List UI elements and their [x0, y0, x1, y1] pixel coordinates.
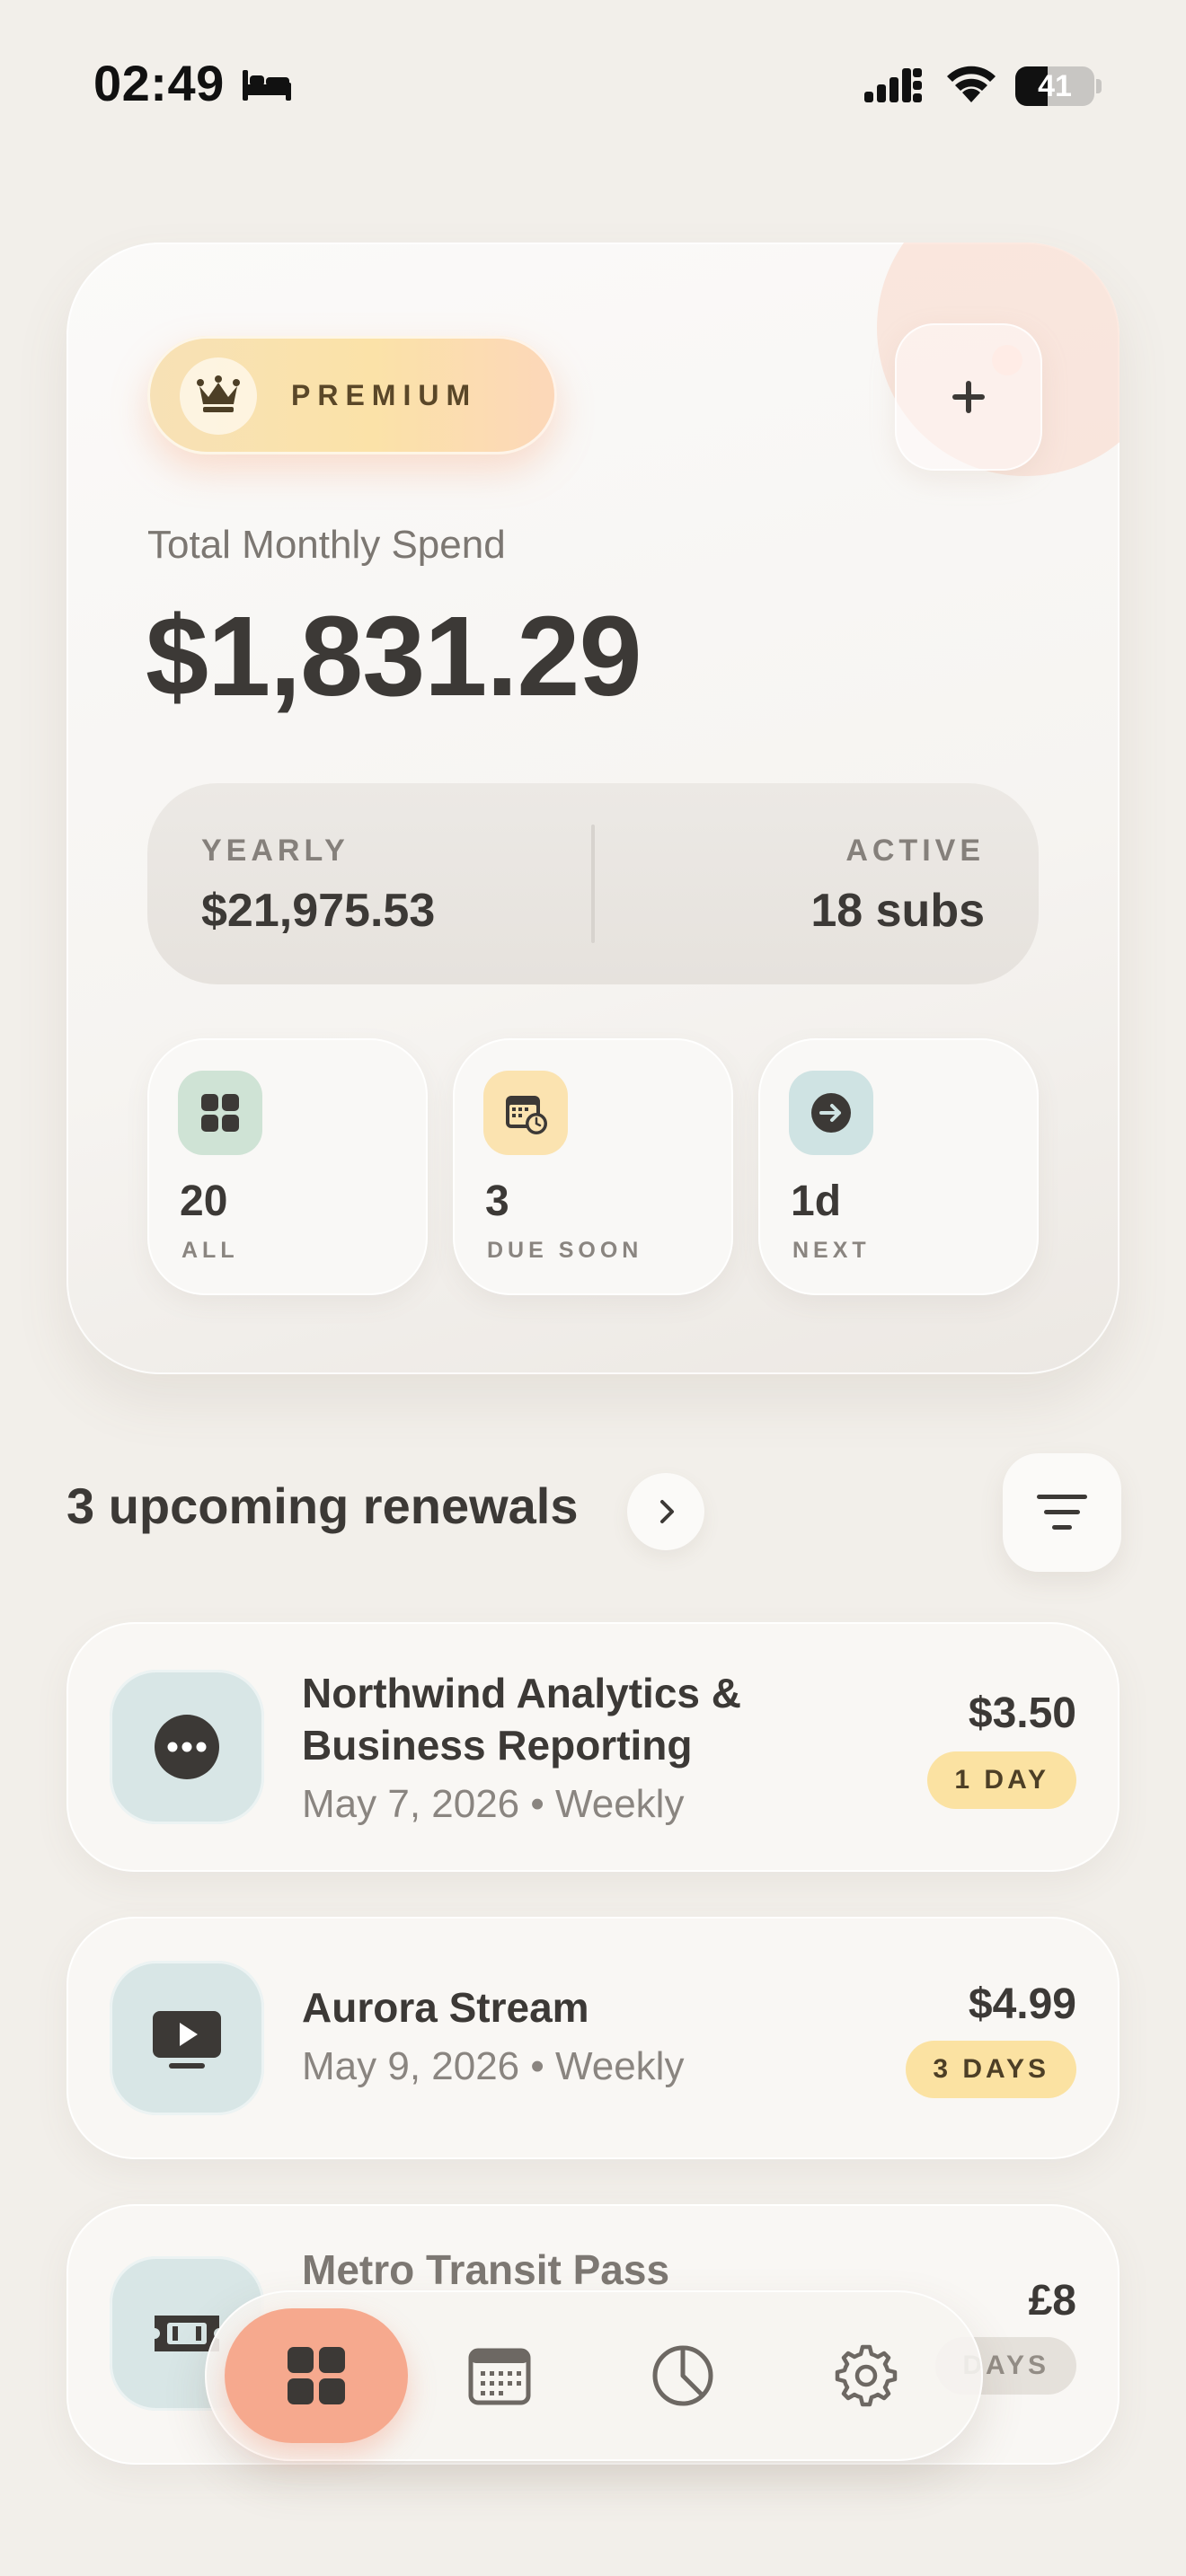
nav-dashboard[interactable] — [225, 2308, 408, 2443]
stats-panel: YEARLY $21,975.53 ACTIVE 18 subs — [147, 783, 1039, 984]
renewal-meta: May 9, 2026 • Weekly — [302, 2044, 685, 2088]
add-subscription-button[interactable] — [895, 323, 1042, 471]
settings-icon — [835, 2344, 898, 2407]
summary-card: PREMIUM Total Monthly Spend $1,831.29 YE… — [66, 243, 1120, 1374]
crown-icon — [197, 375, 240, 412]
filter-tile-due-soon[interactable]: 3 DUE SOON — [453, 1038, 733, 1295]
grid-icon — [201, 1094, 239, 1132]
plus-icon — [952, 381, 985, 413]
calendar-clock-icon — [506, 1096, 547, 1134]
tile-value: 20 — [180, 1178, 228, 1225]
renewal-name-line2: Business Reporting — [302, 1722, 693, 1769]
tile-value: 3 — [485, 1178, 509, 1225]
renewal-app-icon — [110, 1670, 264, 1824]
active-label: ACTIVE — [845, 834, 985, 868]
nav-settings[interactable] — [774, 2308, 958, 2443]
renewal-meta: May 7, 2026 • Weekly — [302, 1782, 685, 1826]
wifi-icon — [947, 66, 996, 102]
tile-label: ALL — [181, 1238, 239, 1263]
premium-badge[interactable]: PREMIUM — [147, 336, 557, 454]
filter-lines-icon — [1037, 1495, 1087, 1530]
renewal-due-badge: 1 DAY — [927, 1751, 1076, 1809]
chart-icon — [652, 2345, 713, 2406]
tile-label: DUE SOON — [487, 1238, 643, 1263]
tile-value: 1d — [791, 1178, 842, 1225]
bottom-nav — [205, 2290, 983, 2461]
stats-divider — [591, 825, 595, 943]
signal-icon — [864, 68, 922, 102]
renewal-price: $4.99 — [968, 1981, 1076, 2028]
status-time: 02:49 — [93, 55, 225, 111]
filter-tile-all[interactable]: 20 ALL — [147, 1038, 428, 1295]
status-bar: 02:49 41 — [0, 0, 1186, 171]
sort-filter-button[interactable] — [1003, 1453, 1121, 1572]
nav-insights[interactable] — [591, 2308, 774, 2443]
battery-indicator: 41 — [1015, 66, 1102, 106]
renewal-name: Aurora Stream — [302, 1984, 589, 2031]
more-icon — [155, 1715, 219, 1779]
play-tv-icon — [153, 2011, 221, 2069]
yearly-label: YEARLY — [201, 834, 350, 868]
dashboard-icon — [288, 2347, 345, 2404]
premium-label: PREMIUM — [291, 379, 478, 411]
bed-icon — [243, 70, 291, 101]
renewal-name: Metro Transit Pass — [302, 2246, 670, 2293]
view-renewals-button[interactable] — [627, 1473, 704, 1550]
chevron-right-icon — [660, 1500, 674, 1523]
arrow-right-circle-icon — [811, 1093, 851, 1133]
renewal-card-northwind[interactable]: Northwind Analytics & Business Reporting… — [66, 1622, 1120, 1872]
filter-tile-next[interactable]: 1d NEXT — [758, 1038, 1039, 1295]
tile-label: NEXT — [792, 1238, 871, 1263]
yearly-value: $21,975.53 — [201, 885, 436, 937]
nav-calendar[interactable] — [408, 2308, 591, 2443]
calendar-icon — [468, 2348, 531, 2405]
renewal-price: £8 — [1028, 2277, 1076, 2325]
renewal-price: $3.50 — [968, 1689, 1076, 1737]
total-spend-label: Total Monthly Spend — [147, 523, 506, 567]
total-spend-amount: $1,831.29 — [146, 593, 642, 719]
renewal-card-aurora[interactable]: Aurora Stream May 9, 2026 • Weekly $4.99… — [66, 1917, 1120, 2159]
renewal-app-icon — [110, 1961, 264, 2115]
active-value: 18 subs — [810, 885, 985, 937]
renewal-due-badge: 3 DAYS — [906, 2041, 1076, 2098]
renewal-name: Northwind Analytics & — [302, 1670, 741, 1716]
battery-level: 41 — [1038, 69, 1072, 103]
upcoming-renewals-title: 3 upcoming renewals — [66, 1478, 579, 1534]
